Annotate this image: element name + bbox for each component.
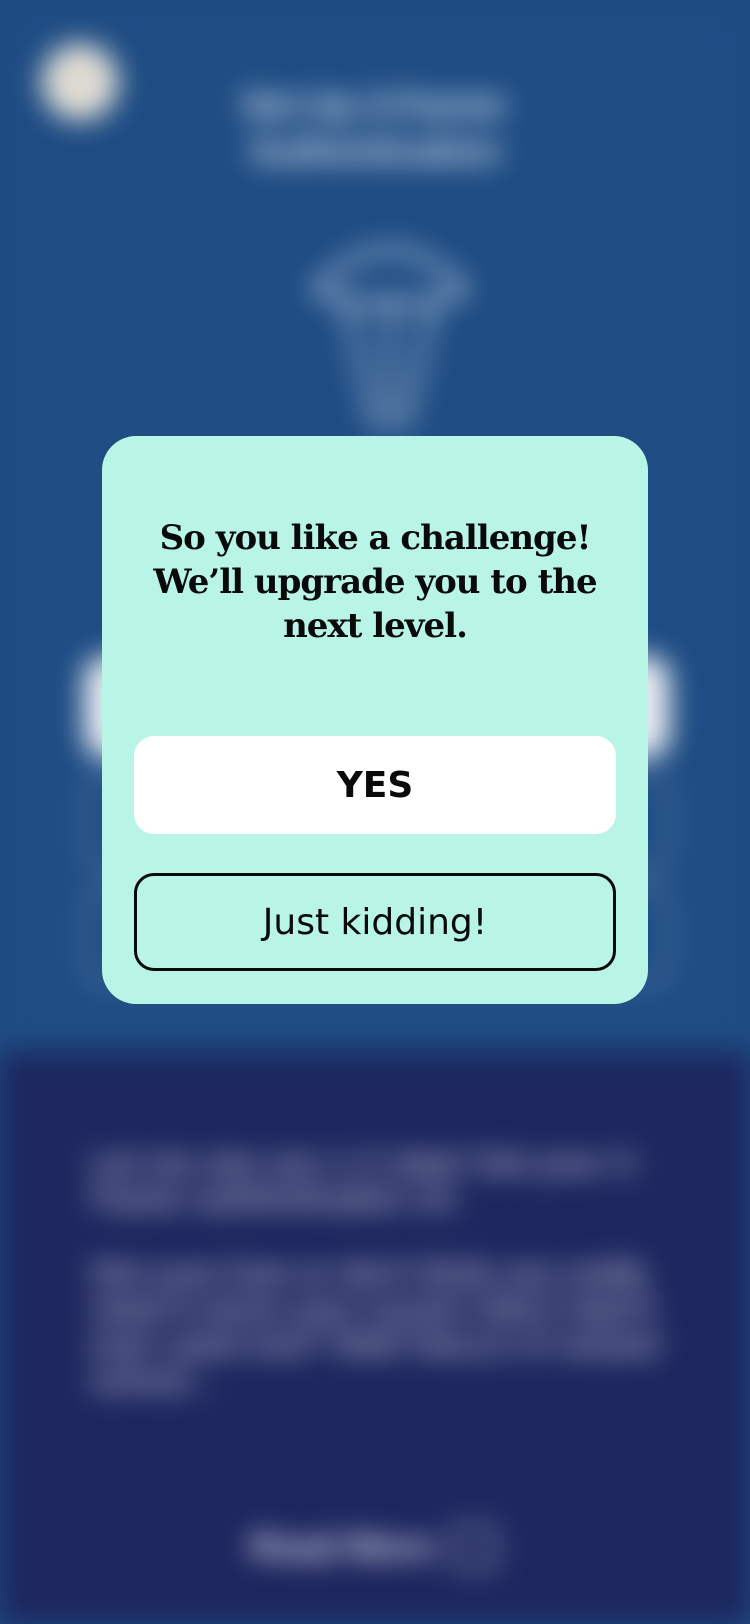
read-more-label: Read More — [250, 1526, 435, 1567]
just-kidding-button[interactable]: Just kidding! — [134, 873, 616, 971]
background-paragraph-1: Let me see you 1-2 step! Get your 2-Fact… — [90, 1144, 644, 1218]
close-icon: ✕ — [42, 44, 118, 120]
challenge-modal: So you like a challenge! We’ll upgrade y… — [102, 436, 648, 1004]
background-paragraph-2: Not sure how or don't think you really n… — [90, 1254, 659, 1400]
read-more-link: Read More — [250, 1525, 520, 1569]
yes-button[interactable]: YES — [134, 736, 616, 834]
background-title: Set Up 2-Factor Authentication — [241, 84, 509, 171]
parachute-icon — [310, 247, 470, 431]
external-link-icon — [452, 1525, 497, 1569]
screen: ✕ Set Up 2-Factor Authentication Let me … — [0, 0, 750, 1624]
modal-message: So you like a challenge! We’ll upgrade y… — [153, 518, 597, 646]
